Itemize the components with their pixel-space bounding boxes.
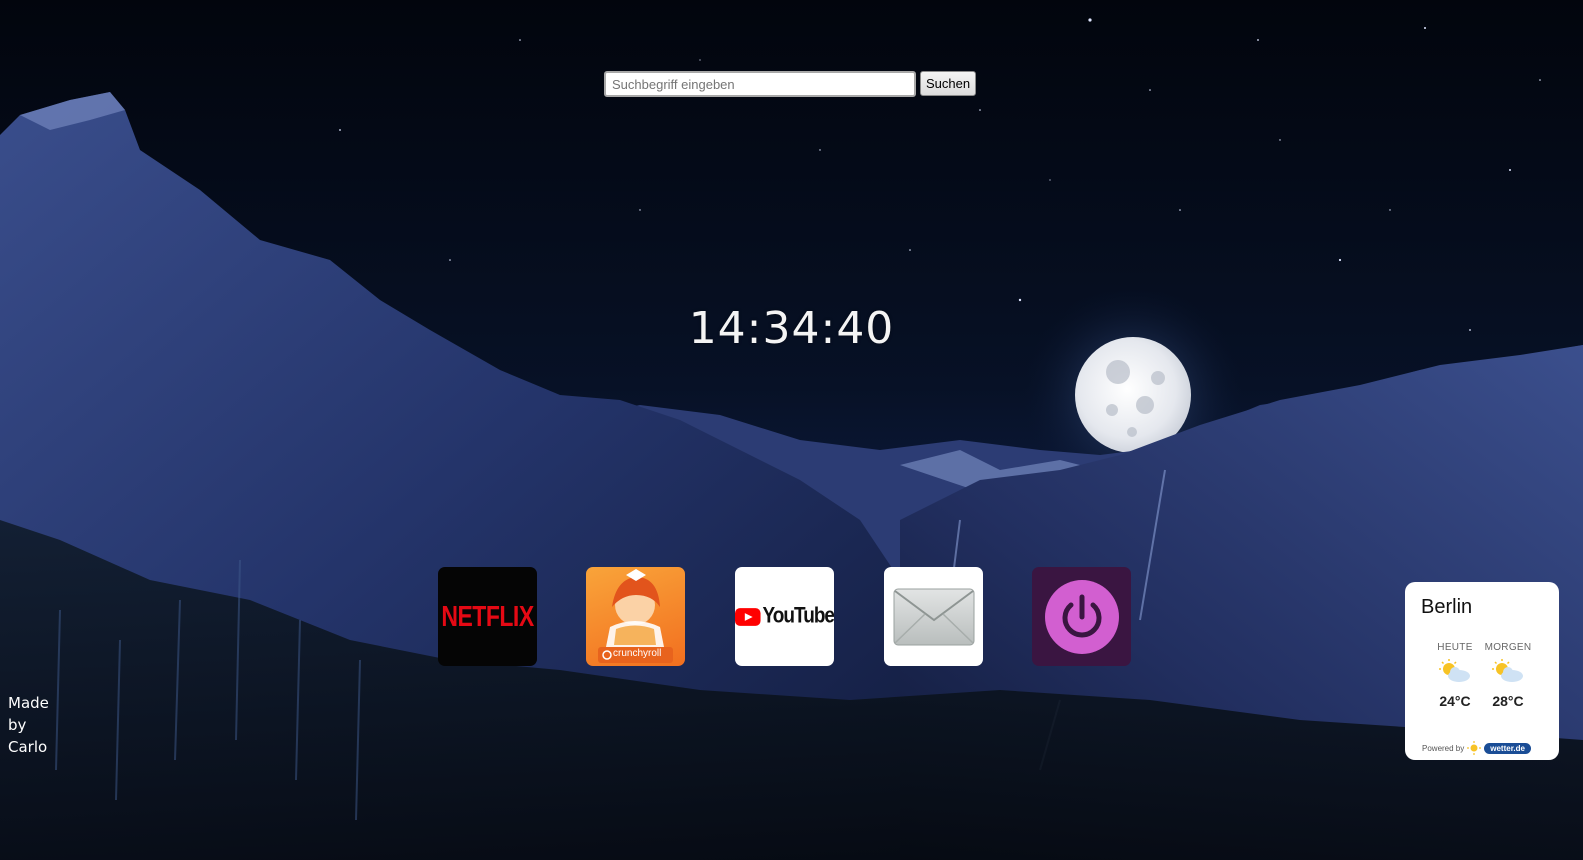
sun-cloud-icon (1492, 659, 1523, 682)
power-icon (1044, 579, 1119, 654)
mail-shortcut[interactable] (884, 567, 983, 666)
credit-line-1: Made (8, 694, 49, 712)
youtube-logo-text: YouTube (762, 603, 834, 628)
weather-day-label: MORGEN (1484, 642, 1532, 653)
crunchyroll-label: crunchyroll (613, 648, 662, 659)
credit-line-2: by (8, 716, 27, 734)
weather-city: Berlin (1421, 596, 1473, 618)
wetter-logo[interactable]: wetter.de (1484, 742, 1531, 754)
search-bar: Suchen (604, 71, 977, 97)
clock: 14:34:40 (688, 303, 895, 354)
background-landscape (0, 0, 1583, 860)
weather-day-tomorrow: MORGEN 28°C (1482, 642, 1534, 709)
weather-temp: 28°C (1492, 693, 1524, 709)
weather-widget[interactable]: Berlin HEUTE 24°C MORGEN 28°C Powered by… (1405, 582, 1559, 760)
search-input[interactable] (604, 71, 916, 97)
credit-line-3: Carlo (8, 738, 48, 756)
sun-icon (1467, 741, 1482, 755)
youtube-shortcut[interactable]: YouTube (735, 567, 834, 666)
weather-day-today: HEUTE 24°C (1429, 642, 1481, 709)
weather-temp: 24°C (1439, 693, 1471, 709)
weather-day-label: HEUTE (1437, 642, 1473, 653)
weather-powered-by: Powered by wetter.de (1422, 741, 1531, 755)
crunchyroll-shortcut[interactable]: crunchyroll (586, 567, 685, 666)
netflix-logo: NETFLIX (441, 599, 534, 633)
power-shortcut[interactable] (1032, 567, 1131, 666)
credit-text: Made by Carlo (8, 692, 49, 758)
youtube-play-icon (735, 607, 761, 626)
envelope-icon (893, 588, 974, 645)
sun-cloud-icon (1439, 659, 1470, 682)
netflix-shortcut[interactable]: NETFLIX (438, 567, 537, 666)
search-button[interactable]: Suchen (920, 71, 977, 96)
powered-by-text: Powered by (1422, 743, 1465, 753)
